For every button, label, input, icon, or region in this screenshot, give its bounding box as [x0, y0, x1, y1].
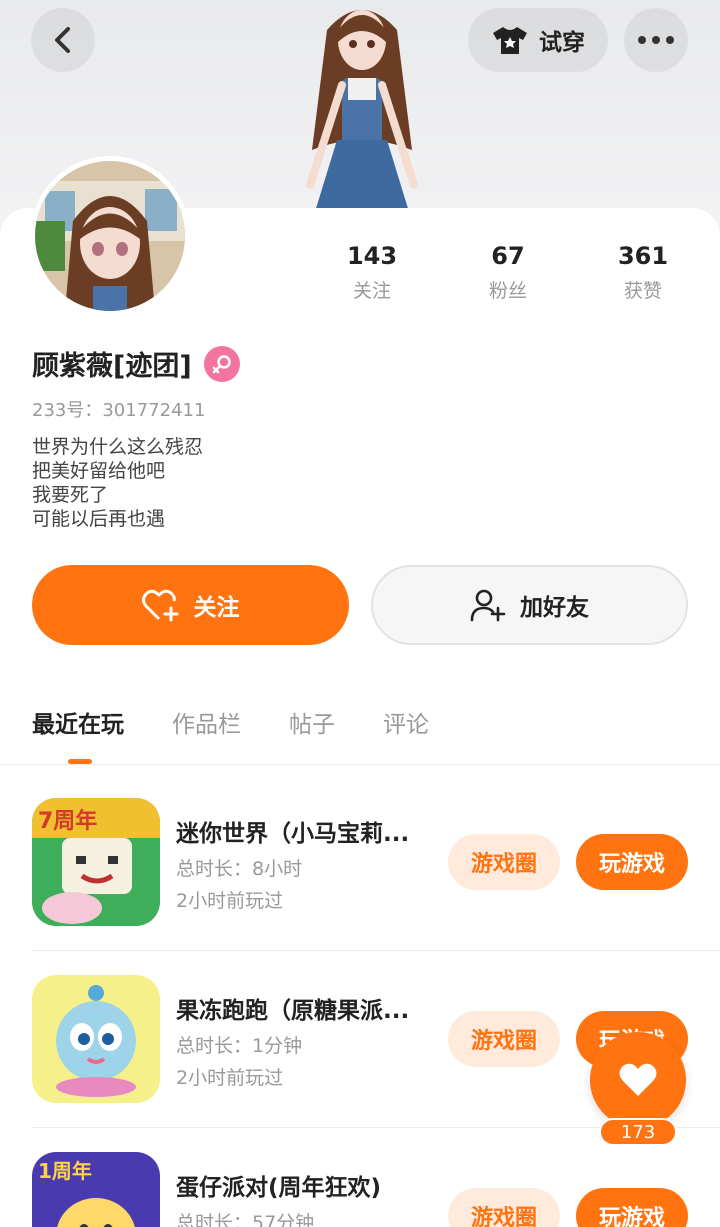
add-friend-button[interactable]: 加好友 — [371, 565, 688, 645]
character-figure — [306, 10, 418, 215]
female-icon — [203, 345, 240, 382]
game-title: 蛋仔派对(周年狂欢) — [176, 1175, 382, 1201]
add-user-icon — [470, 589, 506, 622]
bio-line: 世界为什么这么残忍 — [32, 436, 204, 458]
like-count-badge: 173 — [599, 1118, 677, 1146]
tab-recent[interactable]: 最近在玩 — [32, 705, 124, 739]
more-button[interactable] — [624, 8, 688, 72]
game-icon-badge: 7周年 — [38, 808, 97, 834]
list-divider — [32, 950, 720, 951]
play-game-button[interactable]: 玩游戏 — [576, 1188, 688, 1227]
profile-tabs: 最近在玩 作品栏 帖子 评论 — [32, 705, 429, 739]
name-row: 顾紫薇[迹团] — [32, 344, 240, 383]
try-on-button[interactable]: 试穿 — [468, 8, 608, 72]
more-dots-icon — [638, 36, 674, 44]
tab-posts[interactable]: 帖子 — [289, 705, 335, 739]
stat-likes[interactable]: 361 获赞 — [583, 242, 703, 303]
bio-line: 可能以后再也遇 — [32, 508, 166, 530]
game-icon-badge: 1周年 — [38, 1159, 92, 1183]
play-game-button[interactable]: 玩游戏 — [576, 834, 688, 890]
stat-followers[interactable]: 67 粉丝 — [448, 242, 568, 303]
game-circle-button[interactable]: 游戏圈 — [448, 1188, 560, 1227]
stat-value: 67 — [491, 242, 525, 270]
avatar-image — [35, 161, 185, 311]
tshirt-icon — [493, 27, 527, 54]
user-bio: 世界为什么这么残忍 把美好留给他吧 我要死了 可能以后再也遇 — [32, 435, 203, 531]
game-duration: 总时长：57分钟 — [176, 1212, 315, 1227]
game-icon: 7周年 — [32, 798, 160, 926]
tab-works[interactable]: 作品栏 — [172, 705, 241, 739]
chevron-left-icon — [55, 27, 70, 53]
follow-button[interactable]: 关注 — [32, 565, 349, 645]
list-item[interactable]: 1周年 蛋仔派对(周年狂欢) 总时长：57分钟 游戏圈 玩游戏 — [32, 1152, 720, 1227]
game-circle-button[interactable]: 游戏圈 — [448, 1011, 560, 1067]
stat-value: 361 — [617, 242, 669, 270]
heart-plus-icon — [141, 589, 178, 622]
bio-line: 把美好留给他吧 — [32, 460, 166, 482]
bio-line: 我要死了 — [32, 484, 109, 506]
game-duration: 总时长：8小时 — [176, 858, 303, 880]
like-fab-button[interactable] — [590, 1032, 686, 1128]
follow-label: 关注 — [193, 595, 240, 621]
game-last-played: 2小时前玩过 — [176, 890, 284, 912]
stat-label: 获赞 — [623, 280, 662, 302]
user-name: 顾紫薇[迹团] — [32, 351, 192, 382]
game-last-played: 2小时前玩过 — [176, 1067, 284, 1089]
game-icon — [32, 975, 160, 1103]
game-icon: 1周年 — [32, 1152, 160, 1227]
user-id: 233号：301772411 — [32, 400, 206, 421]
stat-following[interactable]: 143 关注 — [312, 242, 432, 303]
try-on-label: 试穿 — [539, 30, 585, 56]
list-item[interactable]: 7周年 迷你世界（小马宝莉... 总时长：8小时 2小时前玩过 游戏圈 玩游戏 — [32, 798, 720, 926]
game-circle-button[interactable]: 游戏圈 — [448, 834, 560, 890]
tab-comments[interactable]: 评论 — [383, 705, 429, 739]
game-title: 迷你世界（小马宝莉... — [176, 821, 410, 847]
stat-label: 关注 — [352, 280, 391, 302]
game-duration: 总时长：1分钟 — [176, 1035, 303, 1057]
heart-icon — [619, 1063, 657, 1096]
game-title: 果冻跑跑（原糖果派... — [176, 998, 410, 1024]
tabs-divider — [0, 764, 720, 765]
stat-label: 粉丝 — [488, 280, 527, 302]
stat-value: 143 — [346, 242, 398, 270]
avatar[interactable] — [30, 156, 190, 316]
add-friend-label: 加好友 — [520, 595, 589, 621]
back-button[interactable] — [31, 8, 95, 72]
